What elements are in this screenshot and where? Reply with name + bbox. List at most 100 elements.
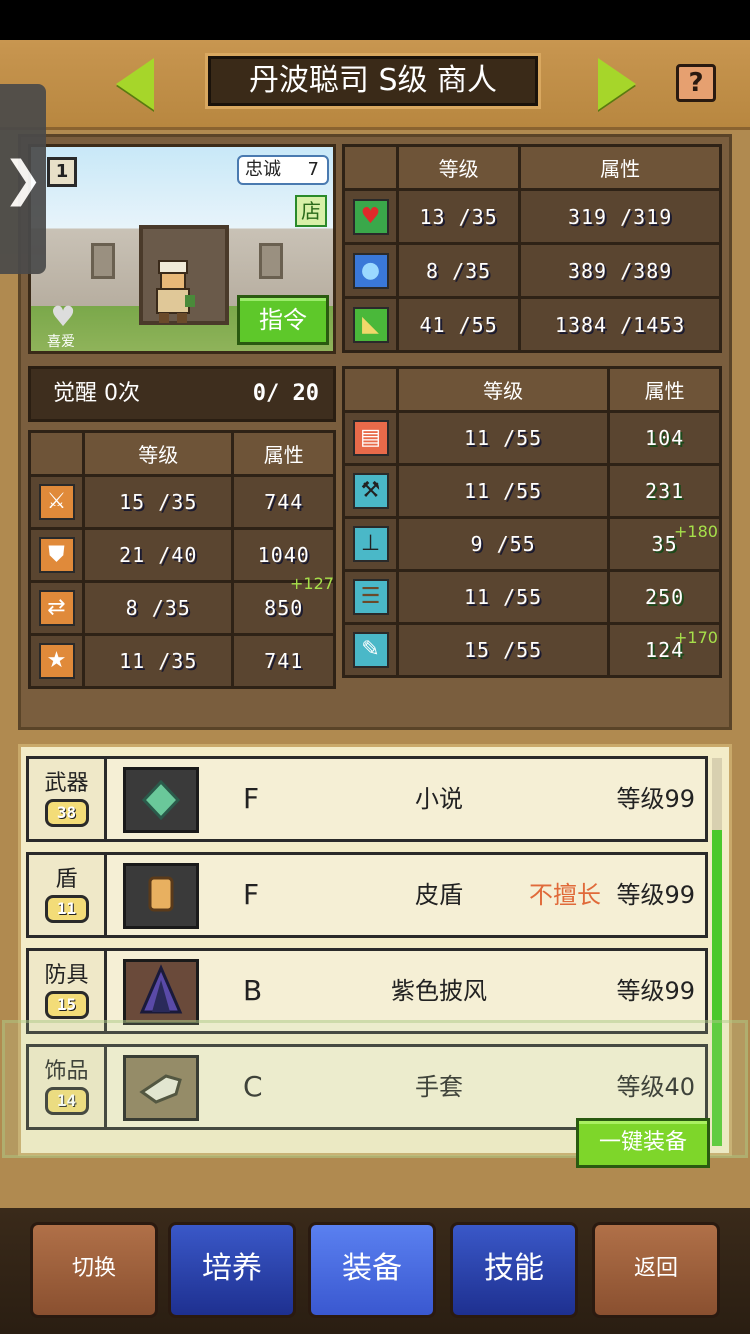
stat-row: ⚔ 15 /35 744 (28, 474, 336, 530)
stat-value: 389 /389 (518, 242, 722, 299)
item-grade: B (243, 974, 263, 1007)
equipment-slot: 武器 38 (29, 759, 107, 839)
help-button[interactable]: ? (676, 64, 716, 102)
train-button[interactable]: 培养 (168, 1222, 296, 1318)
stat-level: 11 /55 (395, 463, 611, 519)
stat-row: ⛊ 21 /40 1040 (28, 527, 336, 583)
novel-item-icon (123, 767, 199, 833)
mana-potion-icon: ● (352, 252, 389, 289)
item-name: 小说 (415, 785, 463, 813)
stat-level: 8 /35 (81, 580, 235, 636)
skill-stats-table: 等级 属性 ▤ 11 /55 104 ⚒ 11 /55 231 ⊥ 9 /55 … (342, 366, 722, 678)
header-blank (28, 430, 85, 477)
castle-window (259, 243, 283, 279)
stat-row: ▤ 11 /55 104 (342, 410, 722, 466)
awakening-label: 觉醒 0次 (53, 381, 140, 406)
item-level: 等级99 (616, 881, 695, 909)
castle-window (91, 243, 115, 279)
stat-value: 319 /319 (518, 188, 722, 245)
loyalty-label: 忠诚 (245, 159, 281, 180)
stat-row: ★ 11 /35 741 (28, 633, 336, 689)
heart-icon: ♥ (352, 198, 389, 235)
item-level: 等级99 (616, 785, 695, 813)
status-bar (0, 0, 750, 40)
stat-row: ⚒ 11 /55 231 (342, 463, 722, 519)
stat-row: ✎ 15 /55 124 (342, 622, 722, 678)
command-button[interactable]: 指令 (237, 295, 329, 345)
back-button[interactable]: 返回 (592, 1222, 720, 1318)
pot-icon: ☰ (352, 579, 389, 615)
equip-tab-button[interactable]: 装备 (308, 1222, 436, 1318)
stat-value: 231 (607, 463, 722, 519)
header-level: 等级 (395, 366, 611, 413)
awakening-progress: 0/ 20 (252, 381, 319, 406)
slot-label: 盾 (55, 867, 78, 892)
header-level: 等级 (81, 430, 235, 477)
stat-level: 8 /35 (395, 242, 522, 299)
bonus-value: +180 (674, 522, 718, 541)
item-name: 紫色披风 (391, 977, 487, 1005)
slot-count-badge: 38 (44, 799, 89, 827)
combat-stats-table: 等级 属性 ⚔ 15 /35 744 ⛊ 21 /40 1040 ⇄ 8 /35… (28, 430, 336, 689)
stat-value: 741 (231, 633, 336, 689)
stat-level: 15 /55 (395, 622, 611, 678)
slot-count-badge: 15 (44, 991, 89, 1019)
item-name: 皮盾 (415, 881, 463, 909)
stat-level: 13 /35 (395, 188, 522, 245)
level-badge: 1 (47, 157, 77, 187)
side-drawer-tab-icon[interactable]: ❯ (0, 84, 46, 274)
shop-icon[interactable]: 店 (295, 195, 327, 227)
leather-shield-item-icon (123, 863, 199, 929)
stat-value: 104 (607, 410, 722, 466)
equipment-slot: 盾 11 (29, 855, 107, 935)
skill-button[interactable]: 技能 (450, 1222, 578, 1318)
slot-label: 武器 (44, 771, 89, 796)
character-portrait: 1 忠诚 7 店 ♥ 喜爱 指令 (28, 144, 336, 354)
header-level: 等级 (395, 144, 522, 191)
stamina-icon: ◣ (352, 306, 389, 343)
scroll-icon: ✎ (352, 632, 389, 668)
awakening-bar: 觉醒 0次 0/ 20 (28, 366, 336, 422)
stat-level: 21 /40 (81, 527, 235, 583)
favorite-heart-icon[interactable]: ♥ (45, 303, 81, 331)
equip-all-button[interactable]: 一键装备 (576, 1118, 710, 1168)
stat-level: 15 /35 (81, 474, 235, 530)
stat-value: 744 (231, 474, 336, 530)
item-grade: F (243, 782, 260, 815)
header-attribute: 属性 (231, 430, 336, 477)
hammer-icon: ⚒ (352, 473, 389, 509)
stat-row: ☰ 11 /55 250 (342, 569, 722, 625)
stat-value: 250 (607, 569, 722, 625)
stat-row: ⊥ 9 /55 35 (342, 516, 722, 572)
slot-label: 防具 (44, 963, 89, 988)
prev-character-arrow-icon[interactable] (116, 58, 154, 110)
book-icon: ▤ (352, 420, 389, 456)
header-blank (342, 144, 399, 191)
next-character-arrow-icon[interactable] (598, 58, 636, 110)
item-grade: F (243, 878, 260, 911)
favorite-label: 喜爱 (47, 334, 75, 350)
screen: 丹波聪司 S级 商人 ? 1 忠诚 7 店 ♥ 喜爱 指令 ❯ 等级 属性 ♥ (0, 0, 750, 1334)
character-sprite (156, 260, 195, 323)
header-attribute: 属性 (518, 144, 722, 191)
stat-row: ♥ 13 /35 319 /319 (342, 188, 722, 245)
equipment-row-shield[interactable]: 盾 11 F 皮盾 不擅长 等级99 (26, 852, 708, 938)
character-title: 丹波聪司 S级 商人 (205, 53, 541, 109)
equipment-slot: 防具 15 (29, 951, 107, 1031)
bonus-value: +170 (674, 628, 718, 647)
slot-count-badge: 11 (44, 895, 89, 923)
item-warning-tag: 不擅长 (529, 881, 601, 909)
purple-cape-item-icon (123, 959, 199, 1025)
loyalty-badge: 忠诚 7 (237, 155, 329, 185)
stat-level: 41 /55 (395, 296, 522, 353)
stat-row: ● 8 /35 389 /389 (342, 242, 722, 299)
switch-button[interactable]: 切换 (30, 1222, 158, 1318)
vital-stats-table: 等级 属性 ♥ 13 /35 319 /319 ● 8 /35 389 /389… (342, 144, 722, 353)
loyalty-value: 7 (307, 159, 319, 180)
stat-row: ⇄ 8 /35 850 (28, 580, 336, 636)
stat-row: ◣ 41 /55 1384 /1453 (342, 296, 722, 353)
equipment-row-weapon[interactable]: 武器 38 F 小说 等级99 (26, 756, 708, 842)
stat-level: 9 /55 (395, 516, 611, 572)
dexterity-icon: ⇄ (38, 590, 75, 626)
luck-icon: ★ (38, 643, 75, 679)
